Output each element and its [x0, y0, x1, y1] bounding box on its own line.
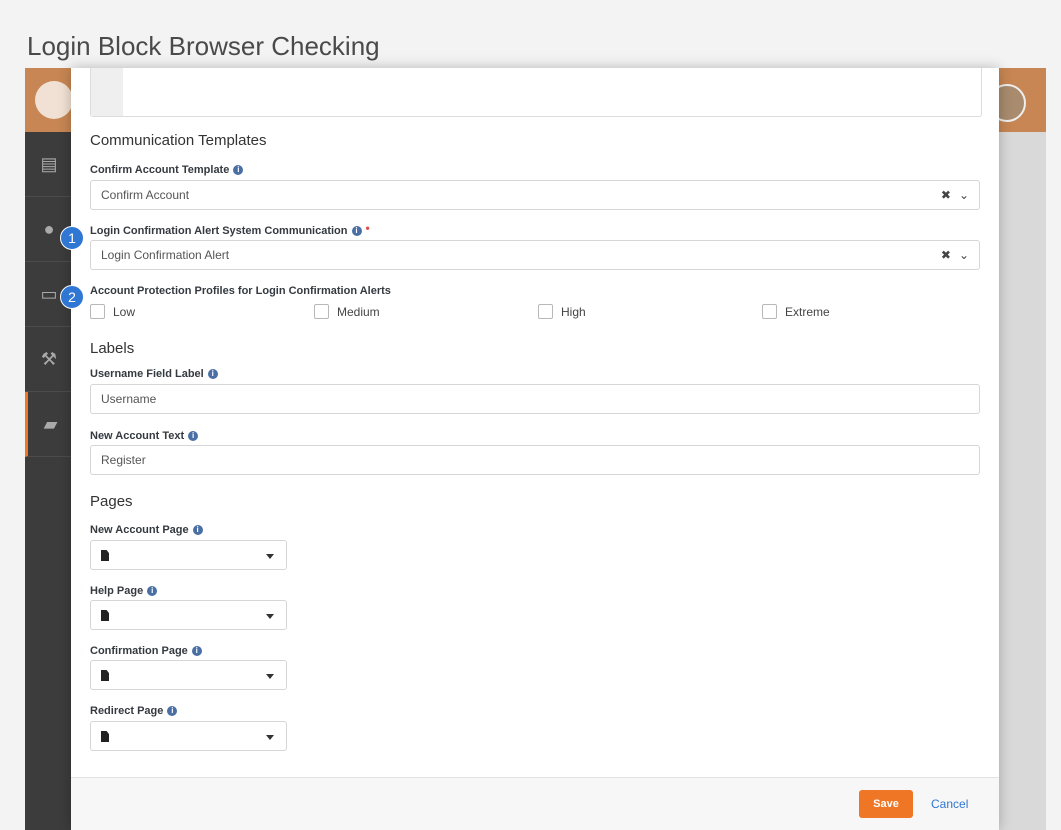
- new-account-text-label: New Account Text i: [90, 430, 199, 442]
- page-icon: [101, 670, 109, 681]
- app-logo: [35, 81, 73, 119]
- caret-down-icon[interactable]: [266, 554, 274, 559]
- new-account-page-picker[interactable]: [90, 540, 287, 570]
- book-icon[interactable]: ▤: [25, 132, 73, 197]
- username-field-label: Username Field Label i: [90, 368, 218, 380]
- redirect-page-label: Redirect Page i: [90, 705, 178, 717]
- clear-icon[interactable]: ✖: [941, 188, 951, 202]
- section-title-communication: Communication Templates: [90, 132, 267, 149]
- caret-down-icon[interactable]: [266, 735, 274, 740]
- login-confirmation-alert-label: Login Confirmation Alert System Communic…: [90, 221, 370, 238]
- save-button[interactable]: Save: [859, 790, 913, 818]
- cancel-button[interactable]: Cancel: [931, 797, 968, 811]
- login-confirmation-alert-select[interactable]: Login Confirmation Alert ✖ ⌄: [90, 240, 980, 270]
- page-icon: [101, 610, 109, 621]
- checkbox-box[interactable]: [90, 304, 105, 319]
- callout-marker-2: 2: [60, 285, 84, 309]
- help-page-picker[interactable]: [90, 600, 287, 630]
- info-icon[interactable]: i: [192, 525, 203, 535]
- checkbox-medium[interactable]: Medium: [314, 304, 380, 319]
- redirect-page-picker[interactable]: [90, 721, 287, 751]
- wrench-icon[interactable]: ⚒: [25, 327, 73, 392]
- label-text: Login Confirmation Alert System Communic…: [90, 225, 348, 237]
- select-value: Login Confirmation Alert: [101, 248, 230, 262]
- callout-marker-1: 1: [60, 226, 84, 250]
- page-icon: [101, 731, 109, 742]
- block-settings-modal: Communication Templates Confirm Account …: [71, 68, 999, 830]
- input-value: Register: [101, 453, 146, 467]
- label-text: New Account Text: [90, 430, 185, 442]
- confirmation-page-label: Confirmation Page i: [90, 645, 202, 657]
- input-value: Username: [101, 392, 157, 406]
- label-text: Account Protection Profiles for Login Co…: [90, 285, 391, 297]
- info-icon[interactable]: i: [188, 431, 199, 441]
- account-protection-profiles-label: Account Protection Profiles for Login Co…: [90, 285, 391, 297]
- select-value: Confirm Account: [101, 188, 190, 202]
- info-icon[interactable]: i: [233, 165, 244, 175]
- info-icon[interactable]: i: [147, 586, 158, 596]
- modal-footer: Save Cancel: [71, 777, 999, 830]
- info-icon[interactable]: i: [191, 646, 202, 656]
- clear-icon[interactable]: ✖: [941, 248, 951, 262]
- checkbox-label: High: [561, 304, 586, 319]
- chevron-down-icon[interactable]: ⌄: [959, 248, 969, 262]
- code-editor-box[interactable]: [90, 68, 982, 117]
- label-text: Help Page: [90, 585, 144, 597]
- confirmation-page-picker[interactable]: [90, 660, 287, 690]
- caret-down-icon[interactable]: [266, 614, 274, 619]
- page-title: Login Block Browser Checking: [27, 31, 380, 61]
- confirm-account-template-select[interactable]: Confirm Account ✖ ⌄: [90, 180, 980, 210]
- checkbox-box[interactable]: [762, 304, 777, 319]
- editor-gutter: [91, 68, 123, 116]
- checkbox-high[interactable]: High: [538, 304, 586, 319]
- info-icon[interactable]: i: [351, 226, 362, 236]
- info-icon[interactable]: i: [207, 369, 218, 379]
- page-icon: [101, 550, 109, 561]
- caret-down-icon[interactable]: [266, 674, 274, 679]
- profile-checkbox-group: Low Medium High Extreme: [90, 304, 980, 320]
- checkbox-low[interactable]: Low: [90, 304, 135, 319]
- label-text: Confirmation Page: [90, 645, 188, 657]
- checkbox-box[interactable]: [314, 304, 329, 319]
- label-text: Username Field Label: [90, 368, 204, 380]
- modal-body: Communication Templates Confirm Account …: [71, 68, 999, 780]
- checkbox-label: Medium: [337, 304, 380, 319]
- label-text: Confirm Account Template: [90, 164, 230, 176]
- username-field-input[interactable]: Username: [90, 384, 980, 414]
- checkbox-extreme[interactable]: Extreme: [762, 304, 830, 319]
- info-icon[interactable]: i: [167, 706, 178, 716]
- new-account-page-label: New Account Page i: [90, 524, 203, 536]
- checkbox-label: Extreme: [785, 304, 830, 319]
- help-page-label: Help Page i: [90, 585, 158, 597]
- briefcase-icon[interactable]: ▰: [25, 392, 73, 457]
- section-title-pages: Pages: [90, 493, 133, 510]
- label-text: Redirect Page: [90, 705, 164, 717]
- checkbox-box[interactable]: [538, 304, 553, 319]
- label-text: New Account Page: [90, 524, 189, 536]
- required-indicator: •: [365, 221, 370, 235]
- section-title-labels: Labels: [90, 340, 135, 357]
- new-account-text-input[interactable]: Register: [90, 445, 980, 475]
- checkbox-label: Low: [113, 304, 136, 319]
- confirm-account-template-label: Confirm Account Template i: [90, 164, 244, 176]
- chevron-down-icon[interactable]: ⌄: [959, 188, 969, 202]
